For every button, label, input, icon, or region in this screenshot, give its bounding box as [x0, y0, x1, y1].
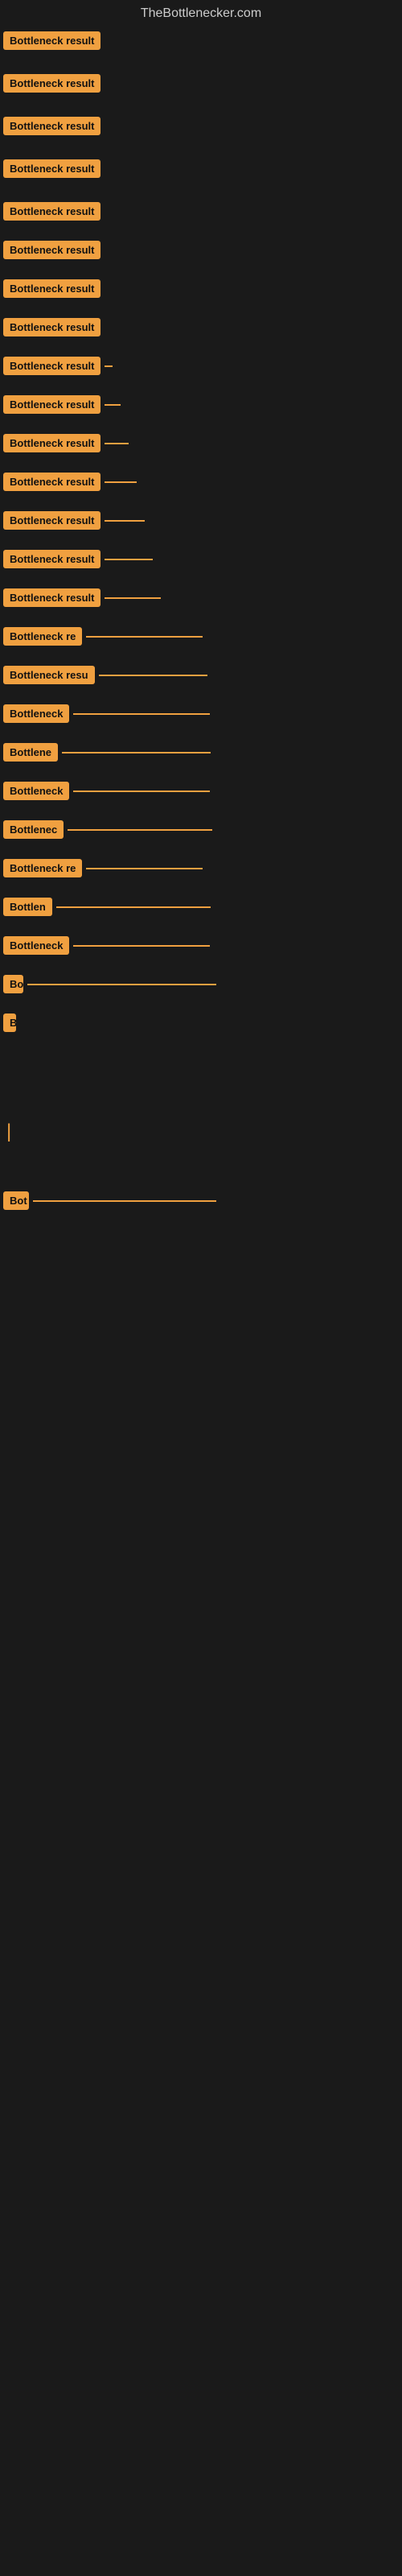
result-row: Bottlene: [0, 743, 402, 762]
bottleneck-badge[interactable]: Bottlen: [3, 898, 52, 916]
result-row: Bottleneck result: [0, 74, 402, 93]
result-row: Bottleneck result: [0, 279, 402, 298]
result-row: Bottleneck result: [0, 511, 402, 530]
bottleneck-badge[interactable]: Bottleneck: [3, 782, 69, 800]
bar-line: [99, 675, 207, 676]
bottleneck-badge[interactable]: Bottleneck: [3, 936, 69, 955]
bottleneck-badge[interactable]: Bot: [3, 1191, 29, 1210]
result-row: Bottleneck result: [0, 473, 402, 491]
result-row: Bottleneck: [0, 704, 402, 723]
bottleneck-badge[interactable]: Bottleneck result: [3, 434, 100, 452]
bottleneck-badge[interactable]: Bottleneck resu: [3, 666, 95, 684]
bottleneck-badge[interactable]: Bottlenec: [3, 820, 64, 839]
bottleneck-badge[interactable]: Bottleneck result: [3, 279, 100, 298]
result-row: Bottleneck result: [0, 395, 402, 414]
bottleneck-badge[interactable]: Bottleneck result: [3, 159, 100, 178]
result-row: |: [0, 1121, 402, 1143]
result-row: Bottleneck result: [0, 202, 402, 221]
bar-line: [105, 520, 145, 522]
result-row: Bottleneck result: [0, 159, 402, 178]
result-row: Bottleneck result: [0, 241, 402, 259]
bottleneck-badge[interactable]: Bottleneck result: [3, 473, 100, 491]
bottleneck-badge[interactable]: Bottleneck result: [3, 395, 100, 414]
bar-line: [105, 365, 113, 367]
bottleneck-badge[interactable]: Bottleneck result: [3, 318, 100, 336]
bar-indicator: |: [3, 1121, 11, 1143]
bar-line: [105, 597, 161, 599]
result-row: Bottleneck re: [0, 627, 402, 646]
result-row: Bottlenec: [0, 820, 402, 839]
result-row: B: [0, 1013, 402, 1032]
bar-line: [73, 945, 210, 947]
bar-line: [86, 868, 203, 869]
bottleneck-badge[interactable]: Bottleneck result: [3, 511, 100, 530]
bottleneck-badge[interactable]: Bo: [3, 975, 23, 993]
result-row: Bottleneck resu: [0, 666, 402, 684]
result-row: Bottleneck: [0, 782, 402, 800]
bottleneck-badge[interactable]: Bottleneck result: [3, 357, 100, 375]
bottleneck-badge[interactable]: Bottleneck result: [3, 588, 100, 607]
bar-line: [62, 752, 211, 753]
bottleneck-badge[interactable]: Bottleneck result: [3, 117, 100, 135]
bottleneck-badge[interactable]: B: [3, 1013, 16, 1032]
result-row: Bottleneck result: [0, 588, 402, 607]
bar-line: [73, 791, 210, 792]
bar-line: [27, 984, 216, 985]
site-title: TheBottlenecker.com: [0, 0, 402, 27]
result-row: Bottleneck: [0, 936, 402, 955]
bar-line: [33, 1200, 216, 1202]
result-row: Bot: [0, 1191, 402, 1210]
bottleneck-badge[interactable]: Bottleneck: [3, 704, 69, 723]
result-row: Bottleneck re: [0, 859, 402, 877]
bar-line: [73, 713, 210, 715]
bar-line: [105, 443, 129, 444]
bottleneck-badge[interactable]: Bottleneck re: [3, 627, 82, 646]
bottleneck-badge[interactable]: Bottleneck re: [3, 859, 82, 877]
bottleneck-badge[interactable]: Bottleneck result: [3, 74, 100, 93]
result-row: Bottleneck result: [0, 550, 402, 568]
result-row: Bo: [0, 975, 402, 993]
bottleneck-badge[interactable]: Bottleneck result: [3, 550, 100, 568]
result-row: Bottleneck result: [0, 357, 402, 375]
result-row: Bottleneck result: [0, 318, 402, 336]
result-row: Bottleneck result: [0, 434, 402, 452]
bar-line: [86, 636, 203, 638]
result-row: Bottleneck result: [0, 31, 402, 50]
bar-line: [68, 829, 212, 831]
bar-line: [105, 481, 137, 483]
bar-line: [105, 404, 121, 406]
bottleneck-badge[interactable]: Bottleneck result: [3, 31, 100, 50]
bottleneck-badge[interactable]: Bottleneck result: [3, 202, 100, 221]
result-row: Bottlen: [0, 898, 402, 916]
bar-line: [105, 559, 153, 560]
result-row: Bottleneck result: [0, 117, 402, 135]
results-container: Bottleneck result Bottleneck result Bottle…: [0, 27, 402, 1210]
bottleneck-badge[interactable]: Bottlene: [3, 743, 58, 762]
bottleneck-badge[interactable]: Bottleneck result: [3, 241, 100, 259]
bar-line: [56, 906, 211, 908]
